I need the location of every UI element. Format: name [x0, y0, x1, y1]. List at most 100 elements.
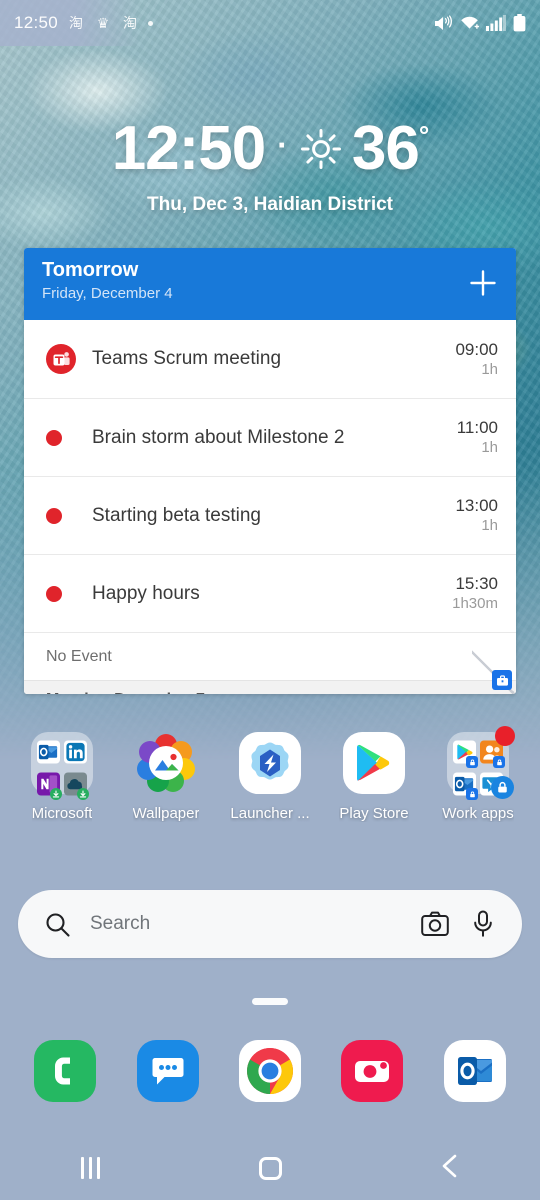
event-icon-slot: [46, 585, 80, 602]
event-time-block: 15:30 1h30m: [452, 573, 498, 614]
app-launcher-settings[interactable]: Launcher ...: [220, 732, 320, 822]
dock-item-outlook[interactable]: [440, 1040, 510, 1102]
microphone-icon[interactable]: [468, 909, 498, 939]
dock-item-phone[interactable]: [30, 1040, 100, 1102]
search-input[interactable]: Search: [90, 913, 402, 935]
notification-dot-icon: [148, 20, 154, 26]
app-label: Play Store: [339, 805, 409, 822]
app-microsoft[interactable]: Microsoft: [12, 732, 112, 822]
app-icon: ♛: [96, 14, 110, 31]
event-time-block: 13:00 1h: [455, 495, 498, 536]
taobao-icon: 淘: [69, 15, 84, 31]
navigation-bar: [0, 1136, 540, 1200]
search-icon: [42, 909, 72, 939]
app-grid: Microsoft Wallpaper Launcher ... Play St…: [0, 726, 540, 822]
event-title: Brain storm about Milestone 2: [92, 426, 345, 448]
weather-temperature[interactable]: 36 °: [352, 118, 429, 180]
onedrive-icon: [64, 770, 89, 800]
event-icon-slot: [46, 429, 80, 446]
recents-button[interactable]: [45, 1136, 135, 1200]
app-icon-wrap: [31, 732, 93, 800]
table-row[interactable]: Starting beta testing 13:00 1h: [24, 476, 516, 554]
app-work-apps[interactable]: Work apps: [428, 726, 528, 822]
app-icon-wrap: [447, 726, 515, 800]
clock-separator: ·: [277, 127, 288, 163]
home-button[interactable]: [225, 1136, 315, 1200]
table-row[interactable]: Teams Scrum meeting 09:00 1h: [24, 320, 516, 398]
app-wallpaper[interactable]: Wallpaper: [116, 732, 216, 822]
event-duration: 1h: [481, 439, 498, 457]
recents-icon: [80, 1157, 100, 1179]
download-badge-icon: [77, 788, 89, 800]
back-button[interactable]: [405, 1136, 495, 1200]
event-start-time: 15:30: [455, 574, 498, 594]
teams-icon: [46, 344, 76, 374]
onenote-icon: [37, 770, 62, 800]
dock-item-camera[interactable]: [337, 1040, 407, 1102]
mute-vibrate-icon: [434, 14, 453, 32]
event-title: Teams Scrum meeting: [92, 348, 282, 369]
clock-time[interactable]: 12:50: [112, 118, 267, 180]
app-label: Wallpaper: [132, 805, 200, 822]
back-icon: [439, 1153, 461, 1184]
battery-icon: [513, 14, 526, 32]
event-start-time: 13:00: [455, 496, 498, 516]
app-label: Work apps: [442, 805, 514, 822]
app-icon-wrap: [135, 732, 197, 794]
event-title: Happy hours: [92, 582, 200, 604]
dock-item-messages[interactable]: [133, 1040, 203, 1102]
microsoft-folder-icon: [31, 732, 93, 800]
lock-badge-icon: [466, 788, 478, 800]
dock-item-chrome[interactable]: [235, 1040, 305, 1102]
wifi-icon: [460, 15, 479, 31]
table-row[interactable]: Happy hours 15:30 1h30m: [24, 554, 516, 632]
camera-app-icon: [341, 1040, 404, 1102]
calendar-header-text: Tomorrow Friday, December 4: [42, 258, 173, 302]
lock-icon: [491, 776, 514, 799]
linkedin-icon: [64, 738, 87, 766]
status-bar-left: 12:50 淘 ♛ 淘: [14, 13, 434, 33]
event-duration: 1h30m: [452, 595, 498, 613]
event-time-block: 09:00 1h: [455, 339, 498, 380]
dot-icon: [46, 429, 62, 446]
calendar-widget-header: Tomorrow Friday, December 4: [24, 248, 516, 320]
search-bar[interactable]: Search: [18, 890, 522, 958]
wallpaper-icon: [135, 734, 197, 798]
notification-dot-icon: [495, 726, 515, 746]
table-row[interactable]: Brain storm about Milestone 2 11:00 1h: [24, 398, 516, 476]
event-icon-slot: [46, 344, 80, 374]
date-location-label: Thu, Dec 3, Haidian District: [147, 194, 393, 215]
clock-weather-main: 12:50 · 36 °: [0, 118, 540, 180]
event-start-time: 11:00: [456, 418, 498, 438]
app-label: Launcher ...: [230, 805, 310, 822]
camera-icon[interactable]: [420, 909, 450, 939]
calendar-event-list: Teams Scrum meeting 09:00 1h Brain storm…: [24, 320, 516, 632]
degree-symbol: °: [418, 120, 429, 150]
play-store-icon: [453, 738, 478, 768]
calendar-header-title: Tomorrow: [42, 259, 139, 281]
launcher-settings-icon: [239, 732, 301, 794]
add-event-button[interactable]: [466, 266, 500, 300]
status-bar-right: [434, 14, 526, 32]
status-bar-clock: 12:50: [14, 13, 59, 32]
event-duration: 1h: [481, 517, 498, 535]
sun-icon: [300, 128, 342, 170]
next-day-header[interactable]: Monday, December 7: [24, 680, 516, 694]
status-bar: 12:50 淘 ♛ 淘: [0, 0, 540, 46]
home-screen: 12:50 淘 ♛ 淘 12:50 · 36 ° Thu, Dec 3, Hai…: [0, 0, 540, 1200]
page-indicator[interactable]: [252, 998, 288, 1005]
next-day-label: Monday, December 7: [46, 691, 205, 695]
clock-weather-widget[interactable]: 12:50 · 36 ° Thu, Dec 3, Haidian District: [0, 118, 540, 216]
lock-badge-icon: [493, 756, 505, 768]
phone-icon: [34, 1040, 97, 1102]
download-badge-icon: [50, 788, 62, 800]
app-play-store[interactable]: Play Store: [324, 732, 424, 822]
dot-icon: [46, 507, 62, 524]
taobao-icon: 淘: [123, 15, 138, 31]
calendar-widget[interactable]: Tomorrow Friday, December 4 Teams Scrum …: [24, 248, 516, 694]
app-label: Microsoft: [31, 805, 93, 822]
messages-icon: [136, 1040, 199, 1102]
lock-badge-icon: [466, 756, 478, 768]
event-start-time: 09:00: [455, 339, 498, 359]
signal-icon: [486, 15, 506, 31]
